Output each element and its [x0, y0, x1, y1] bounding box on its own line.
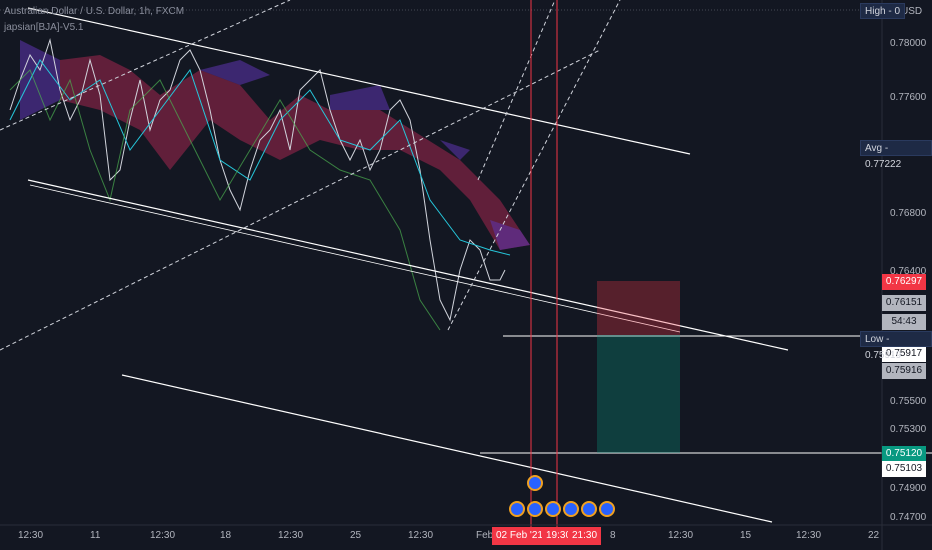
avg-label: Avg - 0.77222	[860, 140, 932, 170]
y-axis-tick: 0.77600	[890, 92, 927, 103]
low-line-price-tag: 0.75103	[882, 461, 926, 477]
economic-events-icons[interactable]	[509, 475, 615, 517]
x-axis-label: 11	[90, 530, 101, 541]
high-label: High - 0	[860, 3, 906, 19]
x-axis-label: 8	[610, 530, 616, 541]
low-label: Low - 0.75919	[860, 331, 932, 361]
y-axis-tick: 0.74900	[890, 483, 927, 494]
indicator-title[interactable]: japsian[BJA]-V5.1	[4, 22, 84, 33]
y-axis-tick: 0.75300	[890, 424, 927, 435]
take-profit-price-tag: 0.75120	[882, 446, 926, 462]
y-axis-tick: 0.74700	[890, 512, 927, 523]
x-axis-label: 12:30	[150, 530, 176, 541]
countdown-tag: 54:43	[882, 314, 926, 330]
x-axis-label: 25	[350, 530, 362, 541]
x-axis-label: 12:30	[408, 530, 434, 541]
price-chart[interactable]	[0, 0, 932, 550]
entry-price-tag: 0.76151	[882, 295, 926, 311]
x-axis-label: 12:30	[278, 530, 304, 541]
x-axis-label: 12:30	[668, 530, 694, 541]
channel-mid-line-2	[29, 184, 681, 333]
dashed-fan-line-4	[477, 0, 556, 181]
x-axis-date-tag: 02 Feb '21	[492, 527, 547, 545]
short-position-stop-zone[interactable]	[597, 281, 680, 335]
stop-loss-price-tag: 0.76297	[882, 274, 926, 290]
x-axis-label: 15	[740, 530, 752, 541]
x-axis-label: 12:30	[18, 530, 44, 541]
x-axis-time-tag-2: 21:30	[568, 527, 602, 545]
y-axis-tick: 0.75500	[890, 396, 927, 407]
short-position-target-zone[interactable]	[597, 335, 680, 453]
price-line	[9, 38, 506, 322]
y-axis-tick: 0.78000	[890, 38, 927, 49]
last-price-tag: 0.75916	[882, 363, 926, 379]
x-axis-label: 12:30	[796, 530, 822, 541]
x-axis-label: 18	[220, 530, 232, 541]
x-axis-label: 22	[868, 530, 880, 541]
symbol-title[interactable]: Australian Dollar / U.S. Dollar, 1h, FXC…	[4, 6, 184, 17]
x-axis-label: Feb	[476, 530, 494, 541]
y-axis-tick: 0.76800	[890, 208, 927, 219]
